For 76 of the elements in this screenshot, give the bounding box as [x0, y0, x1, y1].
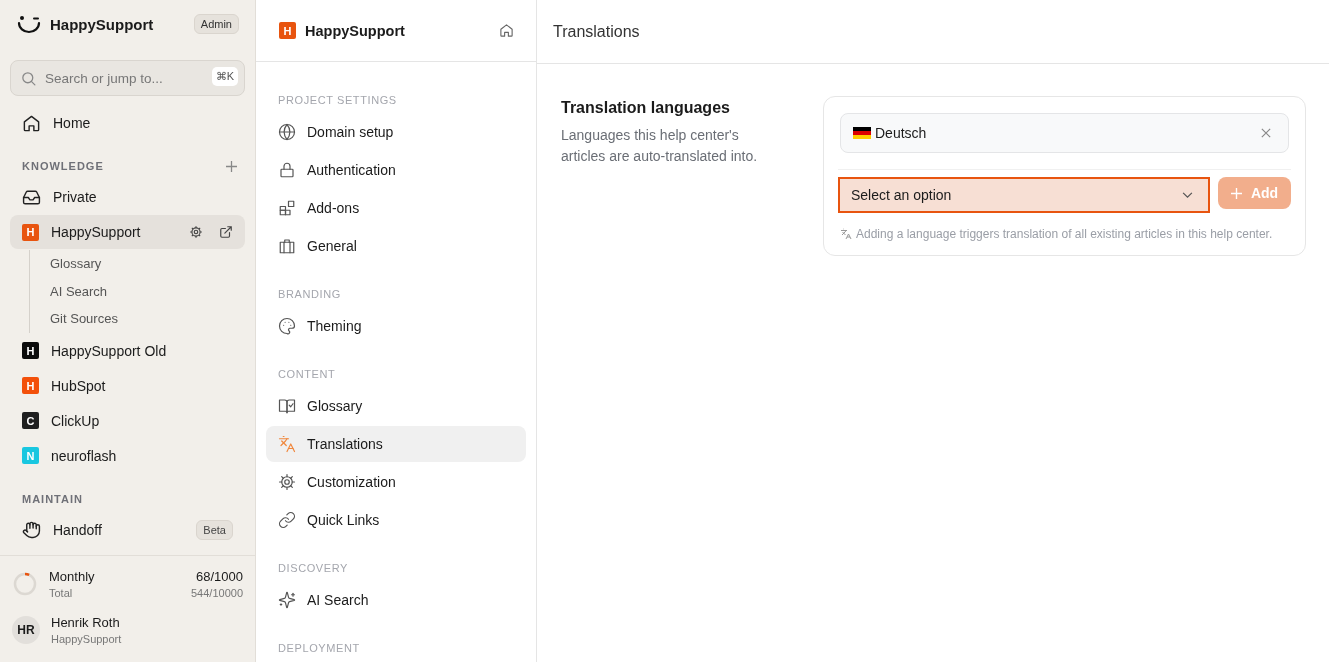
settings-nav-item[interactable]: AI Search: [266, 582, 526, 618]
sub-nav-item[interactable]: Git Sources: [50, 305, 245, 333]
smiley-logo-icon: [17, 14, 41, 34]
usage-label: Monthly: [49, 569, 96, 584]
project-avatar: N: [22, 447, 39, 464]
language-name: Deutsch: [875, 125, 928, 141]
usage-value: 68/1000: [196, 569, 243, 584]
hint-text: Adding a language triggers translation of all existing articles in this help center.: [856, 227, 1273, 241]
sidebar-item[interactable]: H HappySupport: [10, 215, 245, 249]
brand-name: HappySupport: [50, 15, 155, 33]
project-name: HappySupport: [305, 22, 406, 39]
beta-badge: Beta: [196, 519, 233, 540]
plus-icon: [1230, 187, 1242, 199]
section-title: Translation languages: [561, 99, 731, 117]
user-org: HappySupport: [51, 633, 123, 645]
settings-nav-item[interactable]: Domain setup: [266, 114, 526, 150]
language-select[interactable]: Select an option: [838, 177, 1210, 213]
page-title: Translations: [553, 22, 640, 41]
settings-nav-item[interactable]: Theming: [266, 308, 526, 344]
home-icon: [22, 113, 41, 133]
link-icon: [278, 511, 296, 529]
remove-icon[interactable]: [1261, 128, 1271, 138]
section-heading: PROJECT SETTINGS: [277, 93, 398, 108]
section-description: Languages this help center's articles are auto-translated into.: [561, 126, 759, 166]
settings-nav-item[interactable]: Translations: [266, 426, 526, 462]
settings-nav-item[interactable]: Add-ons: [266, 190, 526, 226]
briefcase-icon: [278, 237, 296, 255]
sidebar-item[interactable]: N neuroflash: [10, 438, 245, 473]
role-badge: Admin: [193, 14, 239, 34]
hand-icon: [22, 520, 41, 539]
sidebar-item[interactable]: H HubSpot: [10, 368, 245, 403]
sidebar-item[interactable]: Handoff Beta: [10, 512, 245, 547]
external-link-icon[interactable]: [219, 225, 233, 239]
section-heading: CONTENT: [277, 367, 337, 382]
section-heading: KNOWLEDGE: [22, 160, 104, 172]
sparkle-icon: [278, 591, 296, 609]
project-avatar: H: [22, 223, 39, 241]
user-name: Henrik Roth: [51, 615, 121, 630]
flag-icon: [853, 127, 871, 139]
settings-nav-item[interactable]: General: [266, 228, 526, 264]
inbox-icon: [22, 187, 41, 207]
user-avatar[interactable]: HR: [12, 616, 40, 644]
palette-icon: [278, 317, 296, 335]
sidebar-item[interactable]: H HappySupport Old: [10, 333, 245, 368]
section-heading: BRANDING: [277, 287, 342, 302]
add-icon[interactable]: [226, 160, 237, 172]
globe-icon: [278, 123, 296, 141]
search-icon: [20, 70, 37, 87]
lock-icon: [278, 161, 296, 179]
sub-nav-item[interactable]: Glossary: [50, 250, 245, 278]
project-avatar: H: [22, 377, 39, 394]
sidebar-item[interactable]: C ClickUp: [10, 403, 245, 438]
settings-icon: [278, 473, 296, 491]
project-avatar: H: [279, 22, 296, 39]
sidebar-item[interactable]: Private: [10, 180, 245, 214]
project-avatar: H: [22, 342, 39, 359]
usage-total: 544/10000: [191, 587, 243, 599]
project-avatar: C: [22, 412, 39, 429]
settings-nav-item[interactable]: Quick Links: [266, 502, 526, 538]
home-icon[interactable]: [499, 23, 514, 38]
sub-nav-item[interactable]: AI Search: [50, 277, 245, 305]
usage-ring: [12, 571, 38, 597]
blocks-icon: [278, 199, 296, 217]
settings-icon[interactable]: [189, 225, 203, 239]
section-heading: DEPLOYMENT: [277, 641, 361, 656]
settings-nav-item[interactable]: Authentication: [266, 152, 526, 188]
book-icon: [278, 397, 296, 415]
settings-nav-item[interactable]: Glossary: [266, 388, 526, 424]
usage-sublabel: Total: [49, 587, 74, 599]
chevron-down-icon: [1182, 191, 1193, 199]
section-heading: DISCOVERY: [277, 561, 349, 576]
translate-icon: [840, 228, 852, 240]
section-heading: MAINTAIN: [22, 492, 83, 505]
translate-icon: [278, 435, 296, 453]
settings-nav-item[interactable]: Customization: [266, 464, 526, 500]
home-nav-item[interactable]: Home: [10, 106, 245, 140]
